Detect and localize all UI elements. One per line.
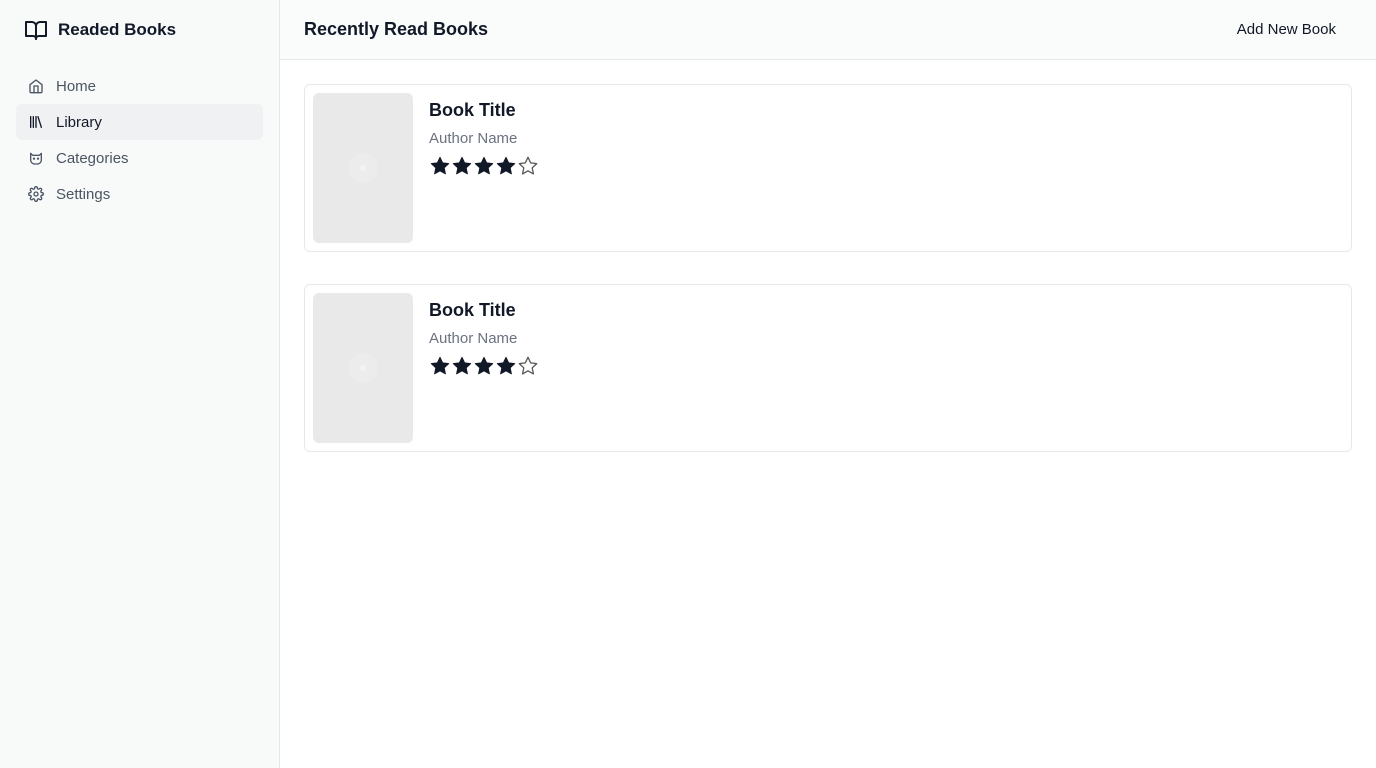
- book-info: Book Title Author Name: [429, 93, 539, 243]
- book-card[interactable]: Book Title Author Name: [304, 284, 1352, 452]
- app-title: Readed Books: [58, 20, 177, 39]
- star-rating: [429, 155, 539, 177]
- brand[interactable]: Readed Books: [16, 0, 263, 60]
- book-title: Book Title: [429, 100, 516, 120]
- star-rating: [429, 355, 539, 377]
- star-filled-icon: [429, 355, 451, 377]
- main-area: Recently Read Books Add New Book Book Ti…: [280, 0, 1376, 768]
- star-filled-icon: [429, 155, 451, 177]
- sidebar-item-library[interactable]: Library: [16, 104, 263, 140]
- image-placeholder-icon: [348, 353, 378, 383]
- book-cover-placeholder: [313, 293, 413, 443]
- sidebar-item-label: Home: [56, 77, 97, 95]
- add-new-book-button[interactable]: Add New Book: [1221, 13, 1352, 46]
- book-list: Book Title Author Name Book Title Author…: [280, 60, 1376, 476]
- star-filled-icon: [495, 355, 517, 377]
- sidebar-item-categories[interactable]: Categories: [16, 140, 263, 176]
- book-card[interactable]: Book Title Author Name: [304, 84, 1352, 252]
- star-filled-icon: [495, 155, 517, 177]
- app-root: Readed Books Home Library Categories Set…: [0, 0, 1376, 768]
- sidebar-nav: Home Library Categories Settings: [16, 68, 263, 212]
- page-title: Recently Read Books: [304, 19, 489, 39]
- book-cover-placeholder: [313, 93, 413, 243]
- sidebar-item-settings[interactable]: Settings: [16, 176, 263, 212]
- star-filled-icon: [473, 355, 495, 377]
- book-author: Author Name: [429, 330, 518, 347]
- book-info: Book Title Author Name: [429, 293, 539, 443]
- book-title: Book Title: [429, 300, 516, 320]
- library-icon: [28, 114, 44, 130]
- sidebar-item-label: Library: [56, 113, 102, 131]
- sidebar: Readed Books Home Library Categories Set…: [0, 0, 280, 768]
- star-empty-icon: [517, 355, 539, 377]
- gear-icon: [28, 186, 44, 202]
- sidebar-item-label: Categories: [56, 149, 129, 167]
- book-open-icon: [24, 18, 48, 42]
- star-filled-icon: [451, 155, 473, 177]
- star-filled-icon: [473, 155, 495, 177]
- image-placeholder-icon: [348, 153, 378, 183]
- sidebar-item-home[interactable]: Home: [16, 68, 263, 104]
- star-filled-icon: [451, 355, 473, 377]
- star-empty-icon: [517, 155, 539, 177]
- home-icon: [28, 78, 44, 94]
- book-author: Author Name: [429, 130, 518, 147]
- page-header: Recently Read Books Add New Book: [280, 0, 1376, 60]
- sidebar-item-label: Settings: [56, 185, 111, 203]
- categories-icon: [28, 150, 44, 166]
